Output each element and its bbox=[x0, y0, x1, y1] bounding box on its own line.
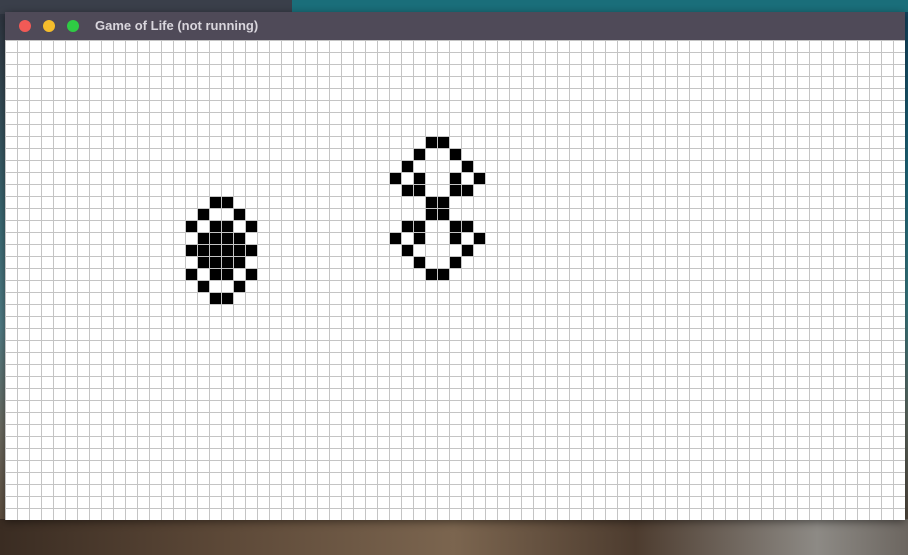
live-cell[interactable] bbox=[461, 184, 473, 196]
live-cell[interactable] bbox=[449, 220, 461, 232]
live-cell[interactable] bbox=[437, 196, 449, 208]
live-cell[interactable] bbox=[245, 220, 257, 232]
live-cell[interactable] bbox=[425, 208, 437, 220]
life-grid[interactable] bbox=[5, 40, 905, 520]
live-cell[interactable] bbox=[401, 244, 413, 256]
live-cell[interactable] bbox=[209, 220, 221, 232]
live-cell[interactable] bbox=[401, 160, 413, 172]
desktop-wallpaper-top bbox=[292, 0, 908, 12]
live-cell[interactable] bbox=[413, 184, 425, 196]
live-cell[interactable] bbox=[401, 184, 413, 196]
live-cell[interactable] bbox=[437, 208, 449, 220]
live-cell[interactable] bbox=[233, 208, 245, 220]
live-cell[interactable] bbox=[473, 172, 485, 184]
live-cell[interactable] bbox=[197, 208, 209, 220]
board-container bbox=[5, 40, 905, 520]
live-cell[interactable] bbox=[221, 268, 233, 280]
desktop-wallpaper-bottom bbox=[0, 519, 908, 555]
live-cell[interactable] bbox=[221, 232, 233, 244]
window-title: Game of Life (not running) bbox=[95, 18, 259, 33]
window-titlebar[interactable]: Game of Life (not running) bbox=[5, 12, 905, 40]
live-cell[interactable] bbox=[425, 268, 437, 280]
live-cell[interactable] bbox=[233, 244, 245, 256]
live-cell[interactable] bbox=[413, 148, 425, 160]
live-cell[interactable] bbox=[401, 220, 413, 232]
live-cell[interactable] bbox=[209, 232, 221, 244]
live-cell[interactable] bbox=[197, 280, 209, 292]
grid-lines bbox=[5, 40, 905, 520]
live-cell[interactable] bbox=[185, 268, 197, 280]
game-of-life-window: Game of Life (not running) bbox=[5, 12, 905, 520]
live-cell[interactable] bbox=[221, 220, 233, 232]
live-cell[interactable] bbox=[245, 268, 257, 280]
live-cell[interactable] bbox=[437, 268, 449, 280]
live-cell[interactable] bbox=[209, 244, 221, 256]
live-cell[interactable] bbox=[461, 160, 473, 172]
live-cell[interactable] bbox=[221, 292, 233, 304]
live-cell[interactable] bbox=[209, 256, 221, 268]
live-cell[interactable] bbox=[209, 268, 221, 280]
live-cell[interactable] bbox=[413, 172, 425, 184]
live-cell[interactable] bbox=[197, 244, 209, 256]
live-cell[interactable] bbox=[221, 256, 233, 268]
live-cell[interactable] bbox=[461, 220, 473, 232]
live-cell[interactable] bbox=[389, 232, 401, 244]
live-cell[interactable] bbox=[185, 244, 197, 256]
live-cell[interactable] bbox=[233, 232, 245, 244]
live-cell[interactable] bbox=[425, 196, 437, 208]
minimize-button[interactable] bbox=[43, 20, 55, 32]
live-cell[interactable] bbox=[425, 136, 437, 148]
live-cell[interactable] bbox=[197, 232, 209, 244]
live-cell[interactable] bbox=[461, 244, 473, 256]
live-cell[interactable] bbox=[233, 280, 245, 292]
live-cell[interactable] bbox=[437, 136, 449, 148]
live-cell[interactable] bbox=[449, 256, 461, 268]
live-cell[interactable] bbox=[209, 292, 221, 304]
live-cell[interactable] bbox=[197, 256, 209, 268]
live-cell[interactable] bbox=[413, 220, 425, 232]
close-button[interactable] bbox=[19, 20, 31, 32]
live-cell[interactable] bbox=[185, 220, 197, 232]
live-cell[interactable] bbox=[209, 196, 221, 208]
live-cell[interactable] bbox=[449, 148, 461, 160]
live-cell[interactable] bbox=[413, 232, 425, 244]
live-cell[interactable] bbox=[221, 244, 233, 256]
live-cell[interactable] bbox=[413, 256, 425, 268]
maximize-button[interactable] bbox=[67, 20, 79, 32]
live-cell[interactable] bbox=[221, 196, 233, 208]
live-cell[interactable] bbox=[245, 244, 257, 256]
live-cell[interactable] bbox=[233, 256, 245, 268]
live-cell[interactable] bbox=[449, 184, 461, 196]
live-cell[interactable] bbox=[449, 172, 461, 184]
live-cell[interactable] bbox=[389, 172, 401, 184]
live-cell[interactable] bbox=[473, 232, 485, 244]
live-cell[interactable] bbox=[449, 232, 461, 244]
